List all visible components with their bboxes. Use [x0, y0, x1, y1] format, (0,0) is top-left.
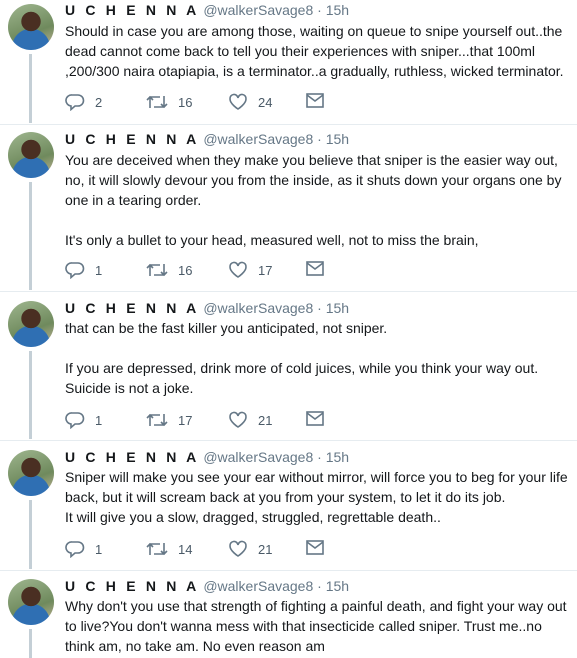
separator-dot: · — [317, 2, 322, 18]
thread-line — [29, 351, 32, 439]
like-button[interactable]: 21 — [228, 540, 272, 558]
like-button[interactable]: 21 — [228, 411, 272, 429]
display-name[interactable]: U C H E N N A — [65, 578, 199, 594]
display-name[interactable]: U C H E N N A — [65, 300, 199, 316]
like-count: 21 — [258, 541, 273, 557]
tweet-thread: U C H E N N A @walkerSavage8 · 15h Shoul… — [0, 0, 577, 658]
avatar[interactable] — [8, 579, 54, 625]
separator-dot: · — [317, 300, 322, 316]
tweet-text: Why don't you use that strength of fight… — [65, 598, 571, 654]
heart-icon — [229, 411, 247, 428]
reply-button[interactable]: 2 — [65, 93, 102, 111]
like-count: 24 — [258, 94, 273, 110]
retweet-count: 17 — [178, 412, 193, 428]
envelope-icon — [306, 540, 324, 555]
heart-icon — [229, 93, 247, 110]
username[interactable]: @walkerSavage8 — [203, 449, 313, 465]
separator-dot: · — [317, 131, 322, 147]
tweet-header: U C H E N N A @walkerSavage8 · 15h — [65, 131, 349, 147]
tweet-text: You are deceived when they make you beli… — [65, 152, 562, 248]
display-name[interactable]: U C H E N N A — [65, 2, 199, 18]
display-name[interactable]: U C H E N N A — [65, 449, 199, 465]
tweet-header: U C H E N N A @walkerSavage8 · 15h — [65, 578, 349, 594]
reply-count: 1 — [95, 262, 103, 278]
reply-button[interactable]: 1 — [65, 261, 102, 279]
avatar[interactable] — [8, 450, 54, 496]
dm-button[interactable] — [306, 261, 324, 276]
retweet-icon — [146, 413, 168, 427]
tweet-divider — [0, 570, 577, 571]
dm-button[interactable] — [306, 411, 324, 426]
tweet-text: Should in case you are among those, wait… — [65, 23, 567, 79]
tweet-header: U C H E N N A @walkerSavage8 · 15h — [65, 300, 349, 316]
tweet-text: Sniper will make you see your ear withou… — [65, 469, 568, 525]
tweet-divider — [0, 440, 577, 441]
retweet-icon — [146, 95, 168, 109]
retweet-button[interactable]: 16 — [146, 93, 192, 111]
avatar[interactable] — [8, 4, 54, 50]
thread-line — [29, 182, 32, 290]
username[interactable]: @walkerSavage8 — [203, 578, 313, 594]
timestamp[interactable]: 15h — [326, 578, 349, 594]
heart-icon — [229, 261, 247, 278]
tweet-header: U C H E N N A @walkerSavage8 · 15h — [65, 449, 349, 465]
timestamp[interactable]: 15h — [326, 2, 349, 18]
like-count: 17 — [258, 262, 273, 278]
retweet-count: 14 — [178, 541, 193, 557]
dm-button[interactable] — [306, 540, 324, 555]
envelope-icon — [306, 261, 324, 276]
reply-icon — [65, 262, 85, 279]
timestamp[interactable]: 15h — [326, 131, 349, 147]
avatar[interactable] — [8, 301, 54, 347]
reply-button[interactable]: 1 — [65, 411, 102, 429]
avatar[interactable] — [8, 132, 54, 178]
tweet[interactable]: U C H E N N A @walkerSavage8 · 15h You a… — [0, 130, 577, 292]
reply-icon — [65, 412, 85, 429]
retweet-icon — [146, 542, 168, 556]
tweet-divider — [0, 124, 577, 125]
reply-count: 1 — [95, 412, 103, 428]
display-name[interactable]: U C H E N N A — [65, 131, 199, 147]
tweet-header: U C H E N N A @walkerSavage8 · 15h — [65, 2, 349, 18]
timestamp[interactable]: 15h — [326, 449, 349, 465]
like-button[interactable]: 17 — [228, 261, 272, 279]
username[interactable]: @walkerSavage8 — [203, 300, 313, 316]
thread-line — [29, 629, 32, 658]
reply-button[interactable]: 1 — [65, 540, 102, 558]
dm-button[interactable] — [306, 93, 324, 108]
heart-icon — [229, 540, 247, 557]
tweet-text: that can be the fast killer you anticipa… — [65, 320, 539, 396]
retweet-button[interactable]: 14 — [146, 540, 192, 558]
like-count: 21 — [258, 412, 273, 428]
thread-line — [29, 500, 32, 569]
username[interactable]: @walkerSavage8 — [203, 2, 313, 18]
retweet-count: 16 — [178, 94, 193, 110]
envelope-icon — [306, 93, 324, 108]
tweet[interactable]: U C H E N N A @walkerSavage8 · 15h that … — [0, 299, 577, 441]
tweet[interactable]: U C H E N N A @walkerSavage8 · 15h Why d… — [0, 577, 577, 658]
tweet-divider — [0, 291, 577, 292]
reply-icon — [65, 94, 85, 111]
separator-dot: · — [317, 578, 322, 594]
separator-dot: · — [317, 449, 322, 465]
timestamp[interactable]: 15h — [326, 300, 349, 316]
like-button[interactable]: 24 — [228, 93, 272, 111]
thread-line — [29, 54, 32, 123]
tweet[interactable]: U C H E N N A @walkerSavage8 · 15h Snipe… — [0, 448, 577, 571]
retweet-icon — [146, 263, 168, 277]
retweet-count: 16 — [178, 262, 193, 278]
username[interactable]: @walkerSavage8 — [203, 131, 313, 147]
reply-icon — [65, 541, 85, 558]
reply-count: 2 — [95, 94, 103, 110]
envelope-icon — [306, 411, 324, 426]
retweet-button[interactable]: 16 — [146, 261, 192, 279]
reply-count: 1 — [95, 541, 103, 557]
retweet-button[interactable]: 17 — [146, 411, 192, 429]
tweet[interactable]: U C H E N N A @walkerSavage8 · 15h Shoul… — [0, 0, 577, 125]
